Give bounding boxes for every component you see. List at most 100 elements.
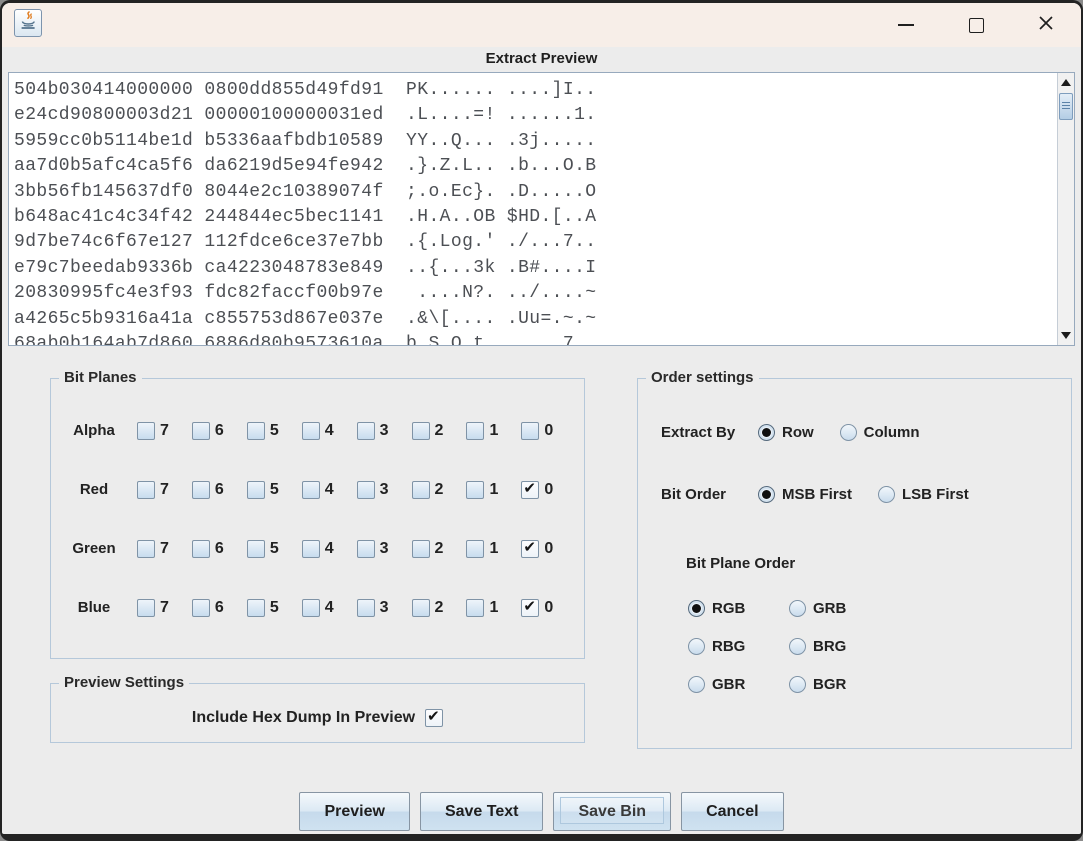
radio-rbg[interactable] [688,638,705,655]
bitplane-rows: Alpha76543210Red76543210Green76543210Blu… [51,379,584,658]
bitplane-checkbox-green-5[interactable] [246,539,265,558]
cancel-button[interactable]: Cancel [681,792,784,831]
group-order-settings-title: Order settings [646,369,759,386]
radio-option-brg[interactable]: BRG [789,638,846,655]
bitplane-bit-label: 6 [214,421,224,439]
bitplane-checkbox-red-2[interactable] [411,480,430,499]
bitplane-checkbox-green-1[interactable] [466,539,485,558]
hexdump-area[interactable]: 504b030414000000 0800dd855d49fd91 PK....… [8,72,1075,346]
bitplane-checkbox-alpha-5[interactable] [246,421,265,440]
bitplane-checkbox-green-2[interactable] [411,539,430,558]
bitplane-checkbox-red-6[interactable] [191,480,210,499]
bitplane-checkbox-green-7[interactable] [137,539,155,558]
bitplane-item: 6 [191,480,224,499]
bitplane-bit-label: 2 [434,480,444,498]
bitplane-items: 7 6 5 4 3 2 1 0 [137,538,553,558]
bitplane-item: 1 [466,421,498,440]
bitplane-bit-label: 1 [489,480,499,498]
bitplane-bit-label: 6 [214,539,224,557]
radio-gbr[interactable] [688,676,705,693]
bit-order-row: Bit Order MSB First LSB First [661,482,995,506]
bitplane-checkbox-blue-7[interactable] [137,598,155,617]
bitplane-item: 5 [246,480,279,499]
bitplane-checkbox-blue-6[interactable] [191,598,210,617]
bitplane-bit-label: 4 [324,480,334,498]
bitplane-checkbox-alpha-7[interactable] [137,421,155,440]
radio-option-grb[interactable]: GRB [789,600,846,617]
bitplane-bit-label: 5 [269,539,279,557]
minimize-button[interactable] [871,3,941,47]
save-bin-button[interactable]: Save Bin [553,792,672,831]
radio-option-msb-first[interactable]: MSB First [758,485,853,503]
scrollbar-track[interactable] [1057,73,1074,345]
bitplane-bit-label: 2 [434,539,444,557]
bitplane-checkbox-blue-5[interactable] [246,598,265,617]
bitplane-checkbox-red-3[interactable] [356,480,375,499]
bitplane-checkbox-alpha-2[interactable] [411,421,430,440]
bitplane-channel-label: Green [72,540,116,557]
bitplane-bit-label: 3 [379,421,389,439]
bitplane-item: 1 [466,480,499,499]
bitplane-item: 2 [411,598,443,617]
bitplane-checkbox-green-0[interactable] [521,538,540,558]
radio-row[interactable] [758,423,775,441]
bitplane-checkbox-red-4[interactable] [301,480,320,499]
bitplane-checkbox-green-6[interactable] [191,539,210,558]
bitplane-checkbox-red-1[interactable] [466,480,485,499]
bitplane-row-alpha: Alpha 7 6 5 4 3 2 1 0 [51,401,584,460]
radio-grb[interactable] [789,600,806,617]
radio-msb-first[interactable] [758,485,775,503]
bitplane-checkbox-alpha-4[interactable] [301,421,320,440]
bitplane-checkbox-red-7[interactable] [137,480,155,499]
bitplane-bit-label: 4 [324,598,334,616]
radio-option-rbg[interactable]: RBG [688,638,763,655]
radio-rgb[interactable] [688,600,705,617]
radio-brg[interactable] [789,638,806,655]
radio-column[interactable] [839,423,857,441]
bitplane-checkbox-alpha-0[interactable] [521,421,540,440]
dialog-header: Extract Preview [2,45,1081,71]
scrollbar-thumb[interactable] [1059,93,1073,120]
radio-option-column[interactable]: Column [839,423,920,441]
window-frame: Extract Preview 504b030414000000 0800dd8… [0,0,1083,841]
bitplane-row-red: Red 7 6 5 4 3 2 1 0 [51,460,584,519]
preview-button[interactable]: Preview [299,792,410,831]
bitplane-row-blue: Blue 7 6 5 4 3 2 1 0 [51,578,584,637]
button-label: Save Bin [578,802,647,820]
bitplane-checkbox-green-4[interactable] [301,539,320,558]
radio-lsb-first[interactable] [878,485,896,503]
bitplane-checkbox-blue-1[interactable] [466,598,485,617]
bitplane-bit-label: 1 [489,539,499,557]
bitplane-checkbox-red-5[interactable] [246,480,265,499]
bitplane-item: 6 [191,539,224,558]
include-hex-checkbox[interactable] [425,707,444,727]
java-icon-button[interactable] [14,9,42,37]
radio-label-msb-first: MSB First [782,485,853,503]
bitplane-checkbox-alpha-3[interactable] [356,421,375,440]
radio-option-rgb[interactable]: RGB [688,600,763,617]
bitplane-checkbox-blue-2[interactable] [411,598,430,617]
close-button[interactable] [1011,3,1081,47]
radio-bgr[interactable] [789,676,806,693]
button-label: Preview [324,802,385,820]
bitplane-checkbox-red-0[interactable] [521,479,540,499]
bitplane-checkbox-blue-4[interactable] [301,598,320,617]
bitplane-item: 7 [137,480,169,499]
bitplane-checkbox-blue-3[interactable] [356,598,375,617]
save-text-button[interactable]: Save Text [419,792,544,831]
radio-option-gbr[interactable]: GBR [688,676,763,693]
bitplane-item: 0 [521,479,553,499]
bitplane-checkbox-alpha-1[interactable] [466,421,485,440]
titlebar[interactable] [2,3,1081,47]
bitplane-bit-label: 5 [269,480,279,498]
bitplane-checkbox-alpha-6[interactable] [191,421,210,440]
bitplane-row-green: Green 7 6 5 4 3 2 1 0 [51,519,584,578]
scrollbar-down-button[interactable] [1058,327,1074,344]
bitplane-checkbox-blue-0[interactable] [521,597,540,617]
radio-option-row[interactable]: Row [758,423,814,441]
bitplane-checkbox-green-3[interactable] [356,539,375,558]
radio-option-bgr[interactable]: BGR [789,676,846,693]
scrollbar-up-button[interactable] [1058,74,1074,91]
maximize-button[interactable] [941,3,1011,47]
radio-option-lsb-first[interactable]: LSB First [878,485,969,503]
